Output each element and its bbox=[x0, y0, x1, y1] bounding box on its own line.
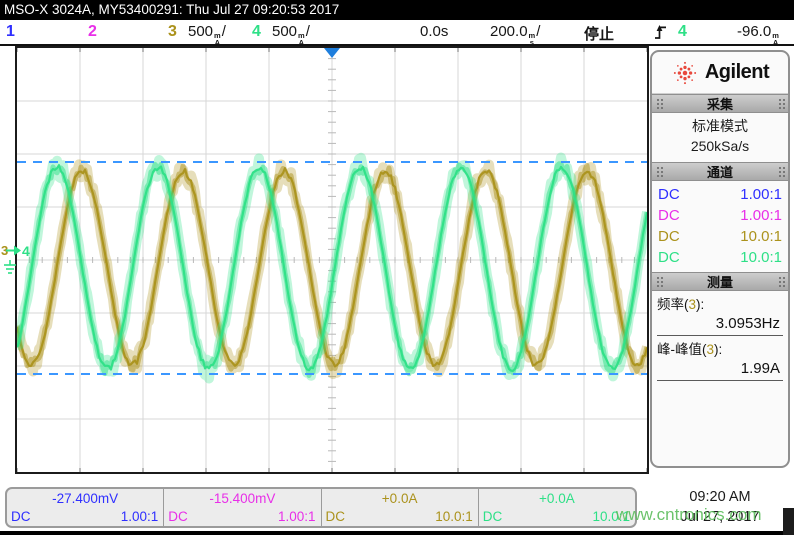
channel-2-badge[interactable]: 2 bbox=[88, 23, 97, 41]
instrument-title: MSO-X 3024A, MY53400291: Thu Jul 27 09:2… bbox=[4, 2, 339, 17]
channel-4-ground-marker[interactable]: 4 bbox=[6, 243, 30, 259]
grip-icon bbox=[777, 165, 785, 178]
channel-status-panel: -27.400mV DC1.00:1 -15.400mV DC1.00:1 +0… bbox=[5, 487, 637, 528]
channel-3-offset: +0.0A bbox=[322, 491, 478, 506]
acquisition-body: 标准模式 250kSa/s bbox=[652, 113, 788, 162]
channel-1-status[interactable]: -27.400mV DC1.00:1 bbox=[7, 489, 163, 526]
grip-icon bbox=[655, 275, 663, 288]
grip-icon bbox=[777, 97, 785, 110]
sidebar-panel: Agilent 采集 标准模式 250kSa/s 通道 DC 1.00:1 DC… bbox=[650, 50, 790, 468]
trigger-position-marker[interactable] bbox=[324, 48, 340, 58]
title-bar: MSO-X 3024A, MY53400291: Thu Jul 27 09:2… bbox=[0, 0, 794, 20]
clock-time: 09:20 AM bbox=[650, 489, 790, 505]
channel-3-status[interactable]: +0.0A DC10.0:1 bbox=[321, 489, 478, 526]
channel-2-status[interactable]: -15.400mV DC1.00:1 bbox=[163, 489, 320, 526]
sample-rate: 250kSa/s bbox=[652, 136, 788, 156]
grip-icon bbox=[655, 97, 663, 110]
trigger-edge-icon bbox=[654, 24, 667, 45]
agilent-logo-icon bbox=[671, 59, 699, 87]
watermark: www.cntronics.com bbox=[616, 505, 761, 525]
channels-header[interactable]: 通道 bbox=[652, 162, 788, 181]
peak-to-peak-value: 1.99A bbox=[657, 358, 783, 381]
frequency-value: 3.0953Hz bbox=[657, 313, 783, 336]
svg-text:4: 4 bbox=[22, 243, 30, 259]
bottom-black-strip bbox=[0, 531, 794, 535]
measurement-frequency[interactable]: 频率(3): 3.0953Hz bbox=[652, 291, 788, 336]
trigger-level[interactable]: -96.0mA bbox=[737, 23, 780, 44]
ground-symbol-icon bbox=[4, 260, 16, 273]
grip-icon bbox=[655, 165, 663, 178]
channel-3-badge[interactable]: 3 bbox=[168, 23, 177, 41]
horizontal-delay[interactable]: 0.0s bbox=[420, 23, 448, 40]
channel-4-status[interactable]: +0.0A DC10.0:1 bbox=[478, 489, 635, 526]
channel-4-badge[interactable]: 4 bbox=[252, 23, 261, 41]
channel-2-row[interactable]: DC 1.00:1 bbox=[652, 205, 788, 226]
scope-display bbox=[15, 46, 649, 474]
acquisition-header[interactable]: 采集 bbox=[652, 94, 788, 113]
brand-name: Agilent bbox=[705, 61, 769, 84]
channel-4-row[interactable]: DC 10.0:1 bbox=[652, 247, 788, 268]
corner-block bbox=[783, 508, 794, 535]
measurement-peak-to-peak[interactable]: 峰-峰值(3): 1.99A bbox=[652, 336, 788, 381]
trigger-source[interactable]: 4 bbox=[678, 23, 687, 41]
channel-1-offset: -27.400mV bbox=[7, 491, 163, 506]
measurements-header[interactable]: 测量 bbox=[652, 272, 788, 291]
channel-ground-markers: 3 4 bbox=[0, 238, 40, 280]
channel-3-row[interactable]: DC 10.0:1 bbox=[652, 226, 788, 247]
brand-row: Agilent bbox=[652, 52, 788, 94]
grip-icon bbox=[777, 275, 785, 288]
channel-1-badge[interactable]: 1 bbox=[6, 23, 15, 41]
channel-4-offset: +0.0A bbox=[479, 491, 635, 506]
channels-body: DC 1.00:1 DC 1.00:1 DC 10.0:1 DC 10.0:1 bbox=[652, 181, 788, 272]
acquisition-mode: 标准模式 bbox=[652, 116, 788, 136]
scope-graticule bbox=[17, 48, 647, 472]
channel-2-offset: -15.400mV bbox=[164, 491, 320, 506]
channel-1-row[interactable]: DC 1.00:1 bbox=[652, 184, 788, 205]
